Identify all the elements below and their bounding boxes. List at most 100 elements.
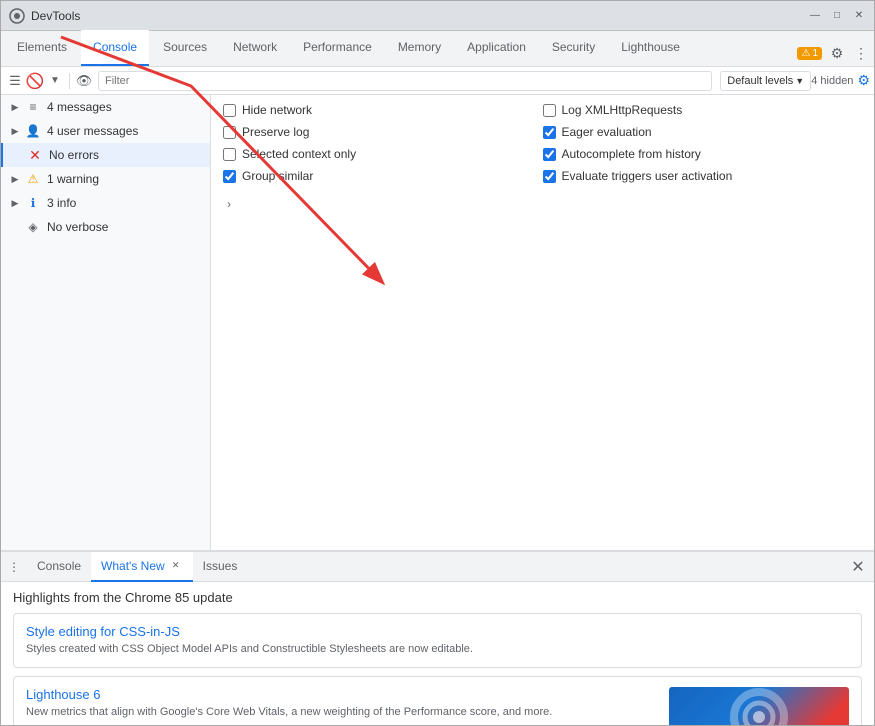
eager-eval-label: Eager evaluation [562, 125, 652, 139]
tab-sources[interactable]: Sources [151, 30, 219, 66]
sidebar-item-no-verbose[interactable]: ▶ ◈ No verbose [1, 215, 210, 239]
title-bar-title: DevTools [31, 9, 808, 23]
tab-lighthouse[interactable]: Lighthouse [609, 30, 692, 66]
list-icon: ≡ [25, 99, 41, 115]
hide-network-checkbox[interactable] [223, 104, 236, 117]
more-icon[interactable]: ⋮ [852, 44, 870, 62]
lighthouse-graphic [719, 687, 799, 725]
selected-context-checkbox[interactable] [223, 148, 236, 161]
tab-security[interactable]: Security [540, 30, 607, 66]
css-in-js-desc: Styles created with CSS Object Model API… [26, 642, 849, 657]
expand-icon-warning: ▶ [9, 173, 21, 185]
update-card-text-css-in-js: Style editing for CSS-in-JS Styles creat… [26, 624, 849, 657]
preserve-log-checkbox[interactable] [223, 126, 236, 139]
eager-eval-checkbox[interactable] [543, 126, 556, 139]
checkbox-autocomplete[interactable]: Autocomplete from history [543, 147, 863, 161]
log-xmlhttp-checkbox[interactable] [543, 104, 556, 117]
sidebar-item-messages[interactable]: ▶ ≡ 4 messages [1, 95, 210, 119]
content-panel: Hide network Preserve log Selected conte… [211, 95, 874, 550]
lighthouse-title[interactable]: Lighthouse 6 [26, 687, 657, 702]
checkbox-selected-context[interactable]: Selected context only [223, 147, 543, 161]
bottom-tab-issues[interactable]: Issues [193, 552, 248, 582]
bottom-heading: Highlights from the Chrome 85 update [13, 590, 862, 605]
sidebar-label-warning: 1 warning [47, 172, 202, 186]
checkboxes-panel: Hide network Preserve log Selected conte… [211, 95, 874, 221]
maximize-button[interactable]: □ [830, 9, 844, 23]
checkbox-eval-triggers[interactable]: Evaluate triggers user activation [543, 169, 863, 183]
tab-bar-right: ⚠ 1 ⚙ ⋮ [797, 44, 870, 66]
devtools-window: DevTools — □ ✕ Elements Console Sources … [0, 0, 875, 726]
bottom-tab-bar: ⋮ Console What's New ✕ Issues ✕ [1, 552, 874, 582]
expand-arrow[interactable]: › [223, 195, 543, 213]
tab-network[interactable]: Network [221, 30, 289, 66]
tab-bar: Elements Console Sources Network Perform… [1, 31, 874, 67]
user-icon: 👤 [25, 123, 41, 139]
lighthouse-image [669, 687, 849, 725]
levels-chevron-icon: ▼ [795, 76, 804, 86]
css-in-js-title[interactable]: Style editing for CSS-in-JS [26, 624, 849, 639]
autocomplete-checkbox[interactable] [543, 148, 556, 161]
tab-memory[interactable]: Memory [386, 30, 453, 66]
toolbar: ☰ 🚫 ▼ 👁 Default levels ▼ 4 hidden ⚙ [1, 67, 874, 95]
sidebar-label-user-messages: 4 user messages [47, 124, 202, 138]
sidebar-label-no-errors: No errors [49, 148, 202, 162]
info-icon: ℹ [25, 195, 41, 211]
checkbox-group-similar[interactable]: Group similar [223, 169, 543, 183]
autocomplete-label: Autocomplete from history [562, 147, 701, 161]
update-card-lighthouse: Lighthouse 6 New metrics that align with… [13, 676, 862, 725]
bottom-tab-console[interactable]: Console [27, 552, 91, 582]
close-button[interactable]: ✕ [852, 9, 866, 23]
verbose-icon: ◈ [25, 219, 41, 235]
main-area: ▶ ≡ 4 messages ▶ 👤 4 user messages ▶ ✕ N… [1, 95, 874, 550]
sidebar-toggle-icon[interactable]: ☰ [5, 71, 25, 91]
tab-elements[interactable]: Elements [5, 30, 79, 66]
hide-network-label: Hide network [242, 103, 312, 117]
sidebar-item-warning[interactable]: ▶ ⚠ 1 warning [1, 167, 210, 191]
whats-new-close-icon[interactable]: ✕ [169, 559, 183, 573]
checkbox-col-right: Log XMLHttpRequests Eager evaluation Aut… [543, 103, 863, 213]
filter-input[interactable] [98, 71, 712, 91]
group-similar-checkbox[interactable] [223, 170, 236, 183]
console-area [211, 221, 874, 550]
update-card-css-in-js: Style editing for CSS-in-JS Styles creat… [13, 613, 862, 668]
warning-badge[interactable]: ⚠ 1 [797, 47, 822, 60]
gear-icon[interactable]: ⚙ [857, 72, 870, 89]
checkbox-log-xmlhttp[interactable]: Log XMLHttpRequests [543, 103, 863, 117]
sidebar-label-messages: 4 messages [47, 100, 202, 114]
bottom-tab-whats-new[interactable]: What's New ✕ [91, 552, 193, 582]
tab-console[interactable]: Console [81, 30, 149, 66]
sidebar-label-info: 3 info [47, 196, 202, 210]
update-card-text-lighthouse: Lighthouse 6 New metrics that align with… [26, 687, 657, 725]
checkbox-eager-eval[interactable]: Eager evaluation [543, 125, 863, 139]
toolbar-divider-1 [69, 73, 70, 89]
bottom-menu-icon[interactable]: ⋮ [5, 558, 23, 576]
devtools-logo [9, 8, 25, 24]
expand-icon-user-messages: ▶ [9, 125, 21, 137]
title-bar-controls: — □ ✕ [808, 9, 866, 23]
tab-application[interactable]: Application [455, 30, 538, 66]
expand-icon-messages: ▶ [9, 101, 21, 113]
filter-expand-icon[interactable]: ▼ [45, 71, 65, 91]
sidebar-item-no-errors[interactable]: ▶ ✕ No errors [1, 143, 210, 167]
levels-dropdown[interactable]: Default levels ▼ [720, 71, 811, 91]
bottom-panel-close-button[interactable]: ✕ [846, 555, 870, 579]
sidebar-item-info[interactable]: ▶ ℹ 3 info [1, 191, 210, 215]
sidebar-item-user-messages[interactable]: ▶ 👤 4 user messages [1, 119, 210, 143]
eval-triggers-label: Evaluate triggers user activation [562, 169, 733, 183]
hidden-count: 4 hidden ⚙ [811, 72, 870, 89]
title-bar: DevTools — □ ✕ [1, 1, 874, 31]
minimize-button[interactable]: — [808, 9, 822, 23]
clear-console-icon[interactable]: 🚫 [25, 71, 45, 91]
checkbox-preserve-log[interactable]: Preserve log [223, 125, 543, 139]
bottom-content: Highlights from the Chrome 85 update Sty… [1, 582, 874, 725]
tab-performance[interactable]: Performance [291, 30, 384, 66]
hidden-count-label: 4 hidden [811, 75, 853, 87]
bottom-panel: ⋮ Console What's New ✕ Issues ✕ Highligh… [1, 550, 874, 725]
eye-icon[interactable]: 👁 [74, 71, 94, 91]
settings-icon[interactable]: ⚙ [828, 44, 846, 62]
checkbox-hide-network[interactable]: Hide network [223, 103, 543, 117]
sidebar: ▶ ≡ 4 messages ▶ 👤 4 user messages ▶ ✕ N… [1, 95, 211, 550]
filter-container [98, 71, 712, 91]
warning-count: 1 [812, 48, 818, 59]
eval-triggers-checkbox[interactable] [543, 170, 556, 183]
